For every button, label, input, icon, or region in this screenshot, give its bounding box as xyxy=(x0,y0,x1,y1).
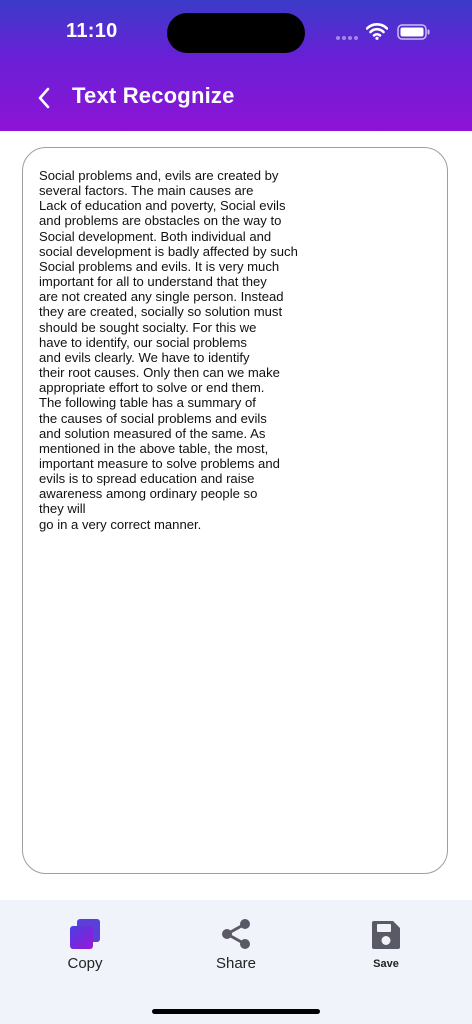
chevron-left-icon xyxy=(38,87,50,109)
home-indicator xyxy=(152,1009,320,1014)
copy-icon xyxy=(70,919,100,949)
floppy-disk-icon xyxy=(372,921,400,949)
status-time: 11:10 xyxy=(66,20,118,42)
copy-button[interactable]: Copy xyxy=(40,914,130,978)
page-title: Text Recognize xyxy=(72,83,235,108)
share-button[interactable]: Share xyxy=(191,914,281,978)
recognized-text[interactable]: Social problems and, evils are created b… xyxy=(39,168,431,532)
share-label: Share xyxy=(215,955,257,972)
back-button[interactable] xyxy=(32,84,56,112)
wifi-icon xyxy=(366,23,388,40)
recognized-text-area[interactable]: Social problems and, evils are created b… xyxy=(22,147,448,874)
app-header: 11:10 Text Recognize xyxy=(0,0,472,131)
dynamic-island xyxy=(167,13,305,53)
battery-icon xyxy=(397,24,430,40)
copy-label: Copy xyxy=(67,955,103,972)
cellular-signal-icon xyxy=(336,36,358,40)
share-icon xyxy=(222,919,250,949)
save-label: Save xyxy=(373,958,399,970)
save-button[interactable]: Save xyxy=(341,914,431,978)
